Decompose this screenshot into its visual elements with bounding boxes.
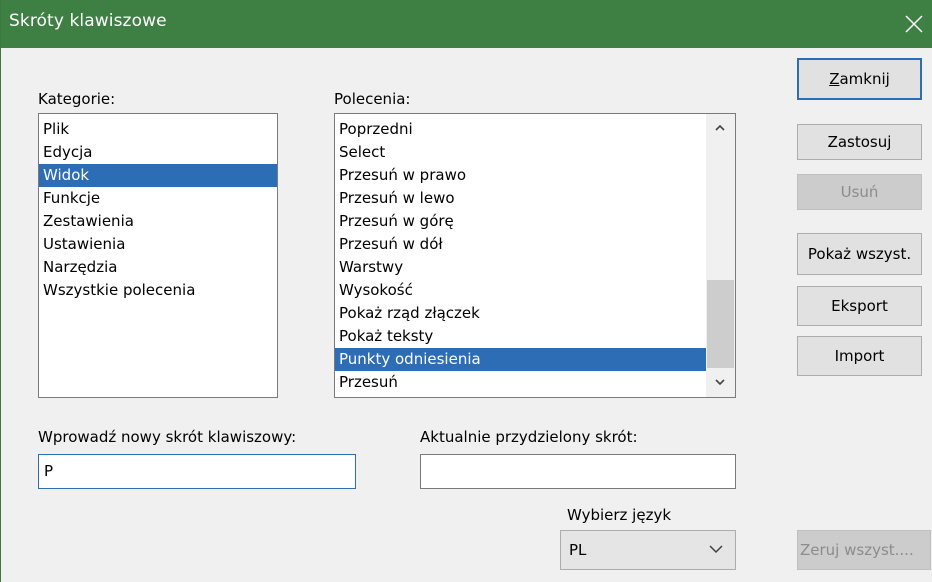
shortcuts-dialog: Skróty klawiszowe Kategorie: Plik Edycja W…	[0, 0, 932, 582]
command-item[interactable]: Przesuń w lewo	[335, 187, 706, 210]
commands-label: Polecenia:	[334, 90, 411, 108]
language-select[interactable]: PL	[560, 530, 736, 570]
category-item[interactable]: Funkcje	[39, 187, 277, 210]
new-shortcut-label: Wprowadź nowy skrót klawiszowy:	[38, 428, 297, 446]
category-item[interactable]: Zestawienia	[39, 210, 277, 233]
command-item[interactable]: Pokaż teksty	[335, 325, 706, 348]
scroll-thumb[interactable]	[707, 280, 734, 368]
chevron-down-icon	[715, 379, 725, 386]
categories-label: Kategorie:	[38, 90, 116, 108]
command-item[interactable]: Przesuń w prawo	[335, 164, 706, 187]
command-item[interactable]: Select	[335, 141, 706, 164]
close-button[interactable]: Zamknij	[797, 58, 922, 100]
commands-listbox[interactable]: Poprzedni Select Przesuń w prawo Przesuń w …	[334, 113, 736, 398]
commands-list: Poprzedni Select Przesuń w prawo Przesuń w …	[335, 114, 706, 394]
command-item[interactable]: Pokaż rząd złączek	[335, 302, 706, 325]
close-window-button[interactable]	[893, 0, 932, 48]
category-item[interactable]: Ustawienia	[39, 233, 277, 256]
show-all-button[interactable]: Pokaż wszyst.	[797, 233, 922, 275]
command-item[interactable]: Wysokość	[335, 279, 706, 302]
category-item[interactable]: Wszystkie polecenia	[39, 279, 277, 302]
apply-button[interactable]: Zastosuj	[797, 124, 922, 160]
close-button-mnemonic: Z	[829, 70, 840, 88]
chevron-up-icon	[715, 124, 725, 131]
command-item[interactable]: Poprzedni	[335, 118, 706, 141]
category-item[interactable]: Widok	[39, 164, 277, 187]
command-item[interactable]: Przesuń	[335, 371, 706, 394]
delete-button[interactable]: Usuń	[797, 174, 922, 210]
close-button-label: amknij	[839, 70, 890, 88]
categories-list: Plik Edycja Widok Funkcje Zestawienia Ustawie…	[39, 114, 277, 302]
reset-all-button[interactable]: Zeruj wszyst....	[797, 530, 931, 570]
category-item[interactable]: Narzędzia	[39, 256, 277, 279]
chevron-down-icon	[709, 545, 723, 554]
command-item[interactable]: Warstwy	[335, 256, 706, 279]
command-item[interactable]: Przesuń w dół	[335, 233, 706, 256]
scroll-up-button[interactable]	[706, 114, 735, 142]
current-shortcut-field	[420, 454, 736, 489]
title-bar: Skróty klawiszowe	[1, 0, 932, 48]
close-icon	[905, 15, 923, 33]
command-item[interactable]: Punkty odniesienia	[335, 348, 706, 371]
new-shortcut-input[interactable]: P	[38, 454, 356, 489]
categories-listbox[interactable]: Plik Edycja Widok Funkcje Zestawienia Ustawie…	[38, 113, 278, 398]
window-title: Skróty klawiszowe	[9, 11, 167, 31]
import-button[interactable]: Import	[797, 336, 922, 376]
export-button[interactable]: Eksport	[797, 286, 922, 326]
category-item[interactable]: Edycja	[39, 141, 277, 164]
command-item[interactable]: Przesuń w górę	[335, 210, 706, 233]
category-item[interactable]: Plik	[39, 118, 277, 141]
language-label: Wybierz język	[567, 506, 672, 524]
language-value: PL	[569, 541, 587, 559]
current-shortcut-label: Aktualnie przydzielony skrót:	[420, 428, 638, 446]
commands-scrollbar[interactable]	[706, 114, 735, 397]
scroll-down-button[interactable]	[706, 369, 735, 397]
